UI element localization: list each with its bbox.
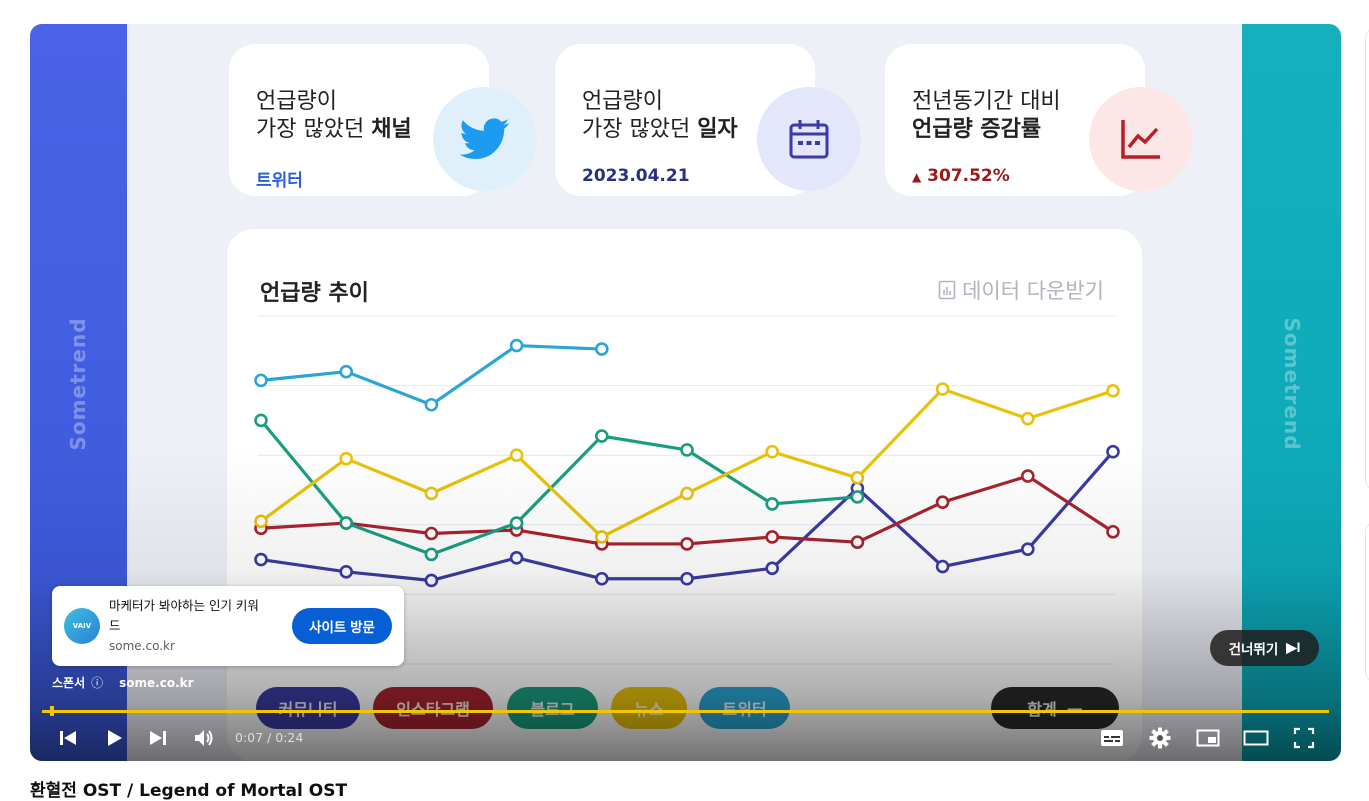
series-line-4 — [260, 343, 602, 407]
series-point-1 — [1020, 469, 1035, 483]
series-point-2 — [680, 443, 694, 457]
gear-icon — [1149, 727, 1171, 749]
skip-next-icon: ▶I — [1286, 640, 1301, 655]
ad-domain: some.co.kr — [109, 639, 175, 653]
series-point-0 — [424, 573, 439, 588]
series-line-3 — [260, 387, 1114, 539]
series-point-0 — [765, 561, 780, 576]
skip-ad-button[interactable]: 건너뛰기 ▶I — [1210, 630, 1319, 666]
series-point-4 — [509, 338, 524, 353]
series-point-1 — [680, 537, 694, 551]
sidebar-edge-top — [1365, 28, 1369, 490]
progress-bar[interactable] — [42, 710, 1329, 713]
previous-button[interactable] — [54, 724, 82, 752]
series-point-2 — [254, 413, 268, 428]
series-point-2 — [509, 516, 524, 530]
play-icon — [108, 730, 122, 746]
series-point-2 — [424, 547, 439, 562]
subtitles-button[interactable] — [1097, 724, 1127, 752]
time-display: 0:07 / 0:24 — [235, 730, 304, 745]
play-button[interactable] — [100, 724, 128, 752]
visit-site-button[interactable]: 사이트 방문 — [292, 608, 392, 644]
series-point-0 — [509, 551, 524, 565]
fullscreen-icon — [1293, 727, 1315, 749]
fullscreen-button[interactable] — [1289, 724, 1319, 752]
series-point-4 — [594, 342, 609, 356]
series-point-2 — [850, 490, 865, 504]
series-point-1 — [765, 530, 780, 544]
series-point-4 — [424, 397, 439, 412]
series-point-3 — [765, 444, 780, 459]
subtitles-icon — [1101, 730, 1123, 746]
series-point-1 — [1106, 524, 1120, 539]
previous-icon — [60, 731, 76, 745]
legend-news[interactable]: 뉴스 — [611, 687, 687, 729]
legend-total[interactable]: 합계— — [991, 687, 1119, 729]
theater-mode-button[interactable] — [1241, 724, 1271, 752]
legend-instagram[interactable]: 인스타그램 — [373, 687, 493, 729]
series-point-3 — [339, 451, 354, 466]
miniplayer-icon — [1196, 729, 1220, 747]
series-point-4 — [339, 364, 354, 379]
series-point-0 — [1020, 542, 1035, 556]
series-point-3 — [935, 382, 950, 396]
video-title[interactable]: 환혈전 OST / Legend of Mortal OST — [30, 776, 347, 801]
series-point-3 — [1106, 384, 1120, 398]
series-point-0 — [935, 559, 950, 574]
series-point-1 — [935, 495, 950, 509]
series-point-1 — [850, 535, 865, 550]
series-point-3 — [680, 486, 694, 501]
series-point-3 — [1020, 411, 1035, 426]
series-point-0 — [594, 571, 609, 586]
series-point-2 — [594, 429, 609, 443]
settings-button[interactable] — [1145, 724, 1175, 752]
volume-icon — [195, 730, 213, 746]
sponsor-domain: some.co.kr — [119, 675, 194, 690]
series-line-0 — [260, 450, 1115, 583]
series-point-3 — [850, 471, 865, 485]
series-point-0 — [680, 571, 694, 586]
legend-blog[interactable]: 블로그 — [507, 687, 598, 729]
info-icon[interactable]: ⓘ — [91, 674, 103, 691]
series-point-0 — [1106, 444, 1120, 459]
series-line-1 — [260, 474, 1114, 546]
series-point-1 — [424, 526, 439, 541]
series-point-3 — [254, 514, 268, 529]
series-point-3 — [424, 486, 439, 501]
series-point-3 — [594, 530, 609, 544]
advertiser-logo: VAIV — [64, 608, 100, 644]
theater-icon — [1243, 730, 1269, 746]
mute-button[interactable] — [190, 724, 218, 752]
series-point-4 — [254, 373, 268, 388]
ad-title[interactable]: 마케터가 봐야하는 인기 키워드 — [109, 596, 269, 636]
series-point-2 — [339, 516, 354, 530]
sidebar-edge-bottom — [1365, 522, 1369, 682]
sponsor-label[interactable]: 스폰서 ⓘ some.co.kr — [52, 674, 194, 691]
series-point-3 — [509, 448, 524, 463]
series-point-0 — [339, 564, 354, 579]
legend-twitter[interactable]: 트위터 — [699, 687, 790, 729]
series-point-0 — [254, 552, 268, 567]
progress-played — [50, 706, 54, 716]
next-button[interactable] — [144, 724, 172, 752]
miniplayer-button[interactable] — [1193, 724, 1223, 752]
ad-overlay-card[interactable]: VAIV 마케터가 봐야하는 인기 키워드 some.co.kr 사이트 방문 — [52, 586, 404, 666]
video-player[interactable]: Sometrend Sometrend 언급량이 가장 많았던 채널 트위터 언… — [30, 24, 1341, 761]
next-icon — [150, 731, 166, 745]
series-point-2 — [765, 497, 780, 511]
legend-community[interactable]: 커뮤니티 — [256, 687, 360, 729]
